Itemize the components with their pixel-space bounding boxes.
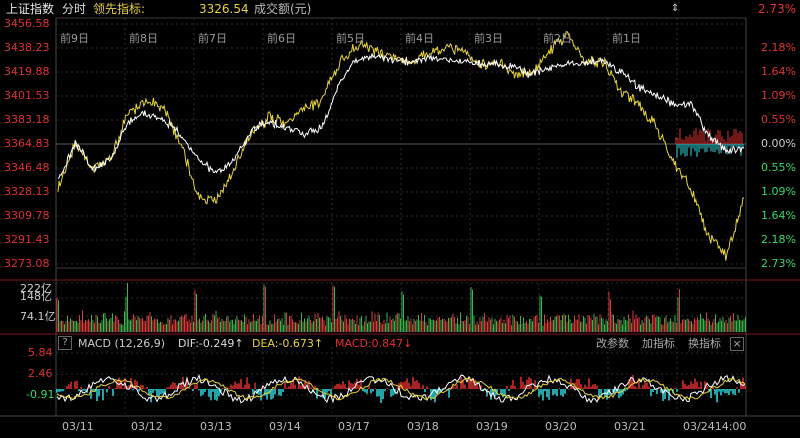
price-axis-label: 3438.23 bbox=[4, 41, 50, 54]
pct-axis-label: 0.55% bbox=[761, 161, 796, 174]
macd-title[interactable]: MACD (12,26,9) bbox=[78, 336, 165, 352]
price-axis-label: 3401.53 bbox=[4, 89, 50, 102]
macd-dea: DEA:-0.673↑ bbox=[252, 337, 324, 350]
date-label: 03/19 bbox=[476, 420, 508, 433]
macd-toolbar: ? MACD (12,26,9) DIF:-0.249↑ DEA:-0.673↑… bbox=[56, 336, 746, 352]
chart-grid bbox=[0, 17, 800, 417]
price-axis-label: 3383.18 bbox=[4, 113, 50, 126]
date-label: 03/12 bbox=[131, 420, 163, 433]
date-label: 03/13 bbox=[200, 420, 232, 433]
close-icon[interactable]: × bbox=[730, 337, 744, 351]
price-lines bbox=[57, 31, 745, 261]
macd-axis-low: -0.91 bbox=[26, 388, 55, 401]
help-icon: ? bbox=[58, 336, 72, 350]
date-label: 03/11 bbox=[62, 420, 94, 433]
pct-axis-label: 0.55% bbox=[761, 113, 796, 126]
macd-axis-max: 5.84 bbox=[28, 346, 53, 359]
day-label: 前9日 bbox=[60, 32, 89, 45]
chart-canvas[interactable] bbox=[0, 0, 800, 438]
macd-value: MACD:0.847↓ bbox=[335, 337, 413, 350]
date-label: 03/17 bbox=[338, 420, 370, 433]
date-label: 03/14 bbox=[269, 420, 301, 433]
pct-axis-label: 1.64% bbox=[761, 209, 796, 222]
date-label: 03/2414:00 bbox=[683, 420, 747, 433]
macd-axis-mid: 2.46 bbox=[28, 367, 53, 380]
pct-axis-label: 2.73% bbox=[761, 257, 796, 270]
day-label: 前5日 bbox=[336, 32, 365, 45]
switch-indicator-button[interactable]: 换指标 bbox=[688, 336, 721, 352]
pct-axis-label: 1.09% bbox=[761, 89, 796, 102]
price-axis-label: 3309.78 bbox=[4, 209, 50, 222]
price-axis-label: 3364.83 bbox=[4, 137, 50, 150]
price-axis-label: 3291.43 bbox=[4, 233, 50, 246]
price-axis-label: 3456.58 bbox=[4, 17, 50, 30]
price-axis-label: 3273.08 bbox=[4, 257, 50, 270]
macd-dif: DIF:-0.249↑ bbox=[178, 337, 244, 350]
day-label: 前7日 bbox=[198, 32, 227, 45]
day-label: 前4日 bbox=[405, 32, 434, 45]
pct-axis-label: 0.00% bbox=[761, 137, 796, 150]
volume-axis-mid: 148亿 bbox=[20, 290, 52, 303]
price-axis-label: 3346.48 bbox=[4, 161, 50, 174]
pct-axis-label: 1.64% bbox=[761, 65, 796, 78]
pct-axis-label: 2.18% bbox=[761, 233, 796, 246]
price-axis-label: 3419.88 bbox=[4, 65, 50, 78]
date-label: 03/18 bbox=[407, 420, 439, 433]
pct-axis-label: 1.09% bbox=[761, 185, 796, 198]
day-label: 前2日 bbox=[543, 32, 572, 45]
day-label: 前6日 bbox=[267, 32, 296, 45]
pct-axis-label: 2.18% bbox=[761, 41, 796, 54]
price-axis-label: 3328.13 bbox=[4, 185, 50, 198]
day-label: 前3日 bbox=[474, 32, 503, 45]
day-label: 前8日 bbox=[129, 32, 158, 45]
date-label: 03/20 bbox=[545, 420, 577, 433]
date-label: 03/21 bbox=[614, 420, 646, 433]
change-params-button[interactable]: 改参数 bbox=[596, 336, 629, 352]
add-indicator-button[interactable]: 加指标 bbox=[642, 336, 675, 352]
day-label: 前1日 bbox=[612, 32, 641, 45]
leader-line bbox=[57, 31, 744, 261]
volume-axis-low: 74.1亿 bbox=[20, 310, 56, 323]
